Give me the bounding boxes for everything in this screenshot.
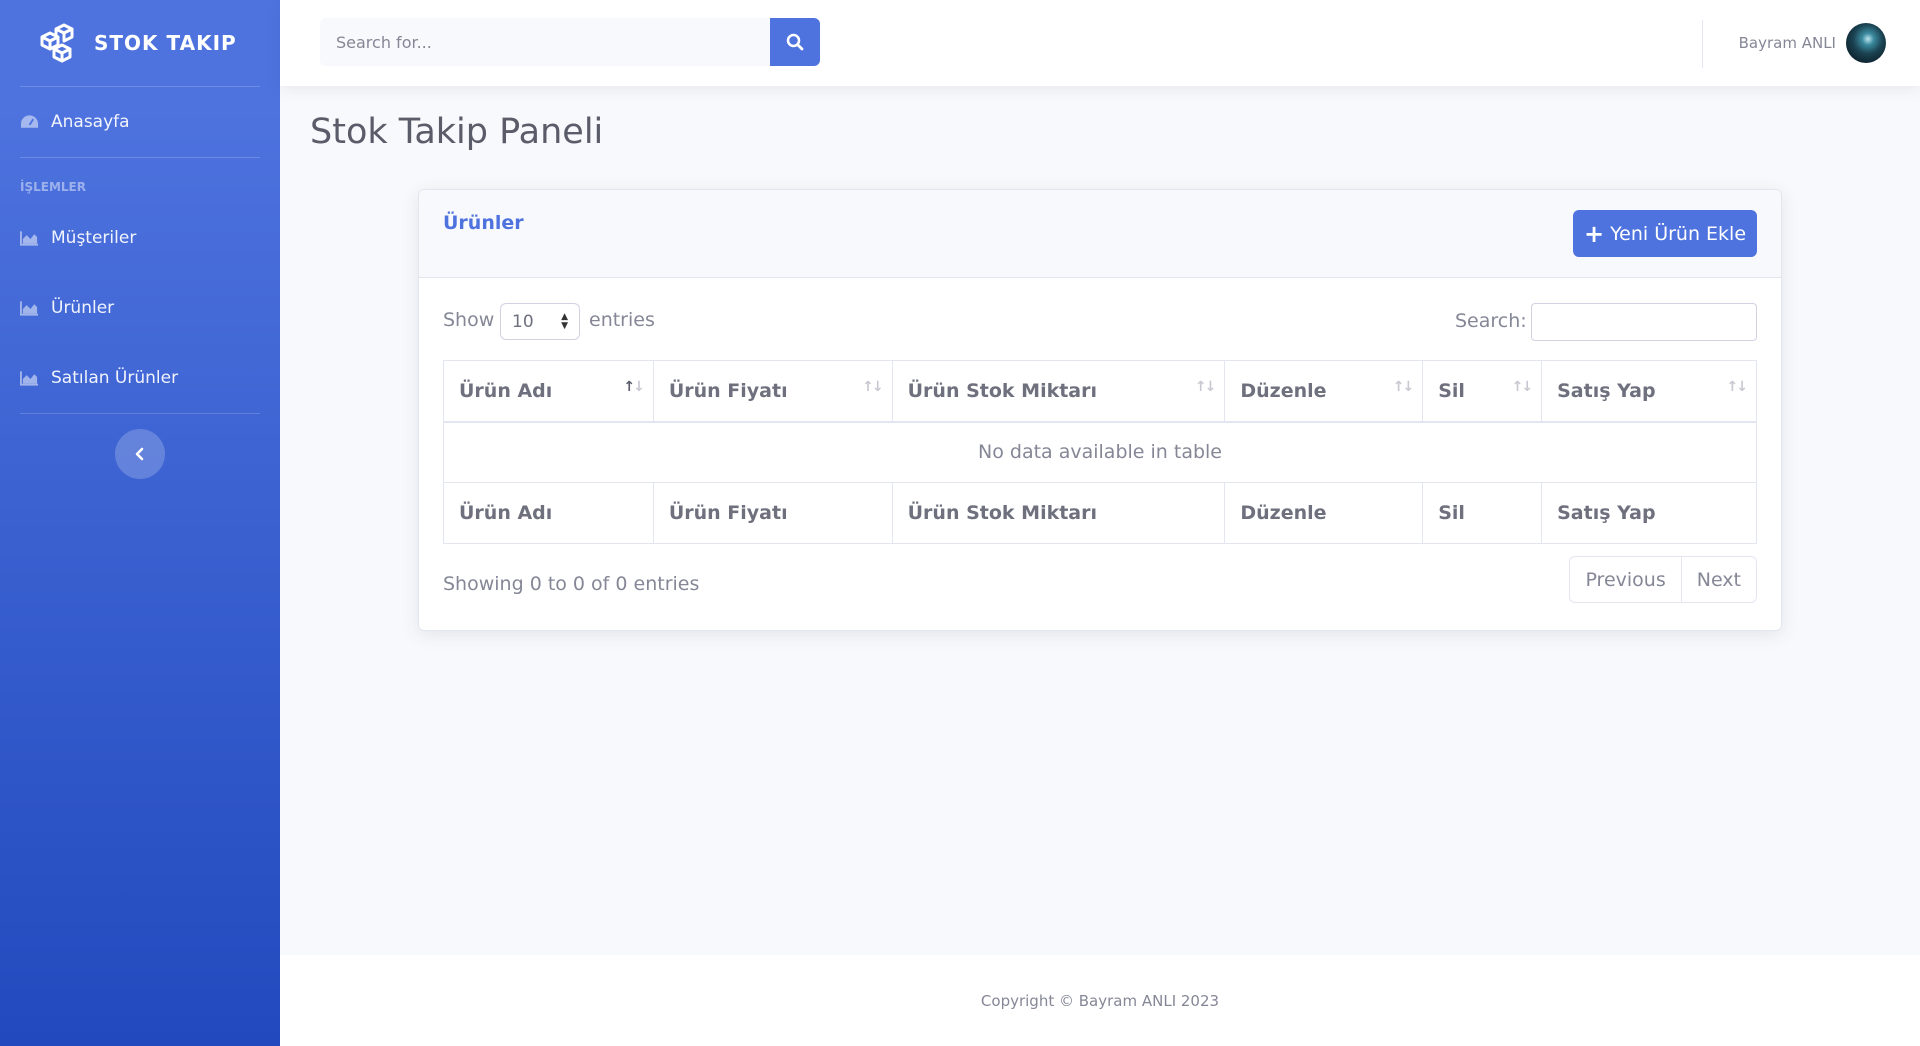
cubes-icon bbox=[40, 23, 74, 63]
table-row: No data available in table bbox=[443, 421, 1757, 483]
next-page-button[interactable]: Next bbox=[1681, 556, 1757, 603]
sidebar-item-satilan-urunler[interactable]: Satılan Ürünler bbox=[0, 343, 280, 413]
sidebar-heading: İŞLEMLER bbox=[20, 180, 86, 194]
sidebar: STOK TAKIP Anasayfa İŞLEMLER Müşteriler … bbox=[0, 0, 280, 1046]
page-length-value: 10 bbox=[512, 311, 534, 332]
products-card: Ürünler + Yeni Ürün Ekle Show 10 ▲ ▼ entr… bbox=[418, 189, 1782, 631]
area-chart-icon bbox=[20, 301, 39, 316]
avatar bbox=[1846, 23, 1886, 63]
column-footer-label: Ürün Stok Miktarı bbox=[891, 482, 1226, 544]
chevron-left-icon bbox=[135, 447, 144, 461]
column-header-satis-yap[interactable]: Satış Yap ↑↓ bbox=[1541, 360, 1757, 423]
sidebar-item-label: Ürünler bbox=[51, 298, 115, 318]
topbar-search-input[interactable] bbox=[320, 18, 770, 66]
card-title: Ürünler bbox=[443, 212, 524, 234]
sidebar-divider bbox=[20, 413, 260, 414]
search-icon bbox=[786, 33, 804, 51]
area-chart-icon bbox=[20, 231, 39, 246]
table-header-row: Ürün Adı ↑↓ Ürün Fiyatı ↑↓ Ürün Stok Mikta… bbox=[443, 360, 1757, 423]
column-footer-label: Ürün Adı bbox=[443, 482, 654, 544]
tachometer-icon bbox=[20, 115, 39, 128]
column-header-label: Düzenle bbox=[1240, 379, 1327, 402]
area-chart-icon bbox=[20, 371, 39, 386]
previous-page-button[interactable]: Previous bbox=[1569, 556, 1682, 603]
column-header-duzenle[interactable]: Düzenle ↑↓ bbox=[1224, 360, 1424, 423]
column-header-label: Ürün Adı bbox=[459, 379, 553, 402]
column-header-urun-fiyati[interactable]: Ürün Fiyatı ↑↓ bbox=[652, 360, 893, 423]
column-footer-label: Satış Yap bbox=[1541, 482, 1757, 544]
column-header-label: Sil bbox=[1438, 379, 1465, 402]
sidebar-item-anasayfa[interactable]: Anasayfa bbox=[0, 87, 280, 157]
show-label: Show bbox=[443, 309, 495, 331]
sidebar-item-label: Müşteriler bbox=[51, 228, 137, 248]
topbar: Bayram ANLI bbox=[280, 0, 1920, 86]
column-header-urun-stok-miktari[interactable]: Ürün Stok Miktarı ↑↓ bbox=[891, 360, 1226, 423]
plus-icon: + bbox=[1583, 219, 1605, 248]
table-footer-row: Ürün Adı Ürün Fiyatı Ürün Stok Miktarı D… bbox=[443, 482, 1757, 544]
add-product-button[interactable]: + Yeni Ürün Ekle bbox=[1573, 210, 1757, 257]
column-header-sil[interactable]: Sil ↑↓ bbox=[1422, 360, 1543, 423]
sidebar-brand[interactable]: STOK TAKIP bbox=[0, 0, 280, 86]
sort-icon: ↑↓ bbox=[1511, 379, 1534, 395]
column-footer-label: Düzenle bbox=[1224, 482, 1424, 544]
table-info: Showing 0 to 0 of 0 entries bbox=[443, 573, 700, 595]
copyright-text: Copyright © Bayram ANLI 2023 bbox=[980, 991, 1220, 1010]
sort-arrows-icon: ▲ ▼ bbox=[561, 312, 568, 331]
brand-name: STOK TAKIP bbox=[94, 31, 237, 55]
sidebar-toggle-button[interactable] bbox=[115, 429, 165, 479]
table-search-label: Search: bbox=[1455, 310, 1527, 332]
user-name: Bayram ANLI bbox=[1738, 34, 1836, 52]
sidebar-item-label: Anasayfa bbox=[51, 112, 130, 132]
pagination: Previous Next bbox=[1569, 556, 1757, 603]
products-table: Ürün Adı ↑↓ Ürün Fiyatı ↑↓ Ürün Stok Mikta… bbox=[443, 360, 1757, 544]
column-footer-label: Sil bbox=[1422, 482, 1543, 544]
footer: Copyright © Bayram ANLI 2023 bbox=[280, 955, 1920, 1046]
sort-icon: ↑↓ bbox=[862, 379, 884, 395]
sort-icon: ↑↓ bbox=[1194, 379, 1217, 395]
column-header-label: Ürün Fiyatı bbox=[668, 379, 788, 402]
column-header-urun-adi[interactable]: Ürün Adı ↑↓ bbox=[443, 360, 654, 423]
card-header: Ürünler + Yeni Ürün Ekle bbox=[419, 190, 1781, 278]
column-footer-label: Ürün Fiyatı bbox=[652, 482, 893, 544]
topbar-search-button[interactable] bbox=[770, 18, 820, 66]
sidebar-item-label: Satılan Ürünler bbox=[51, 368, 179, 388]
page-length-select[interactable]: 10 ▲ ▼ bbox=[500, 303, 580, 340]
empty-table-message: No data available in table bbox=[443, 421, 1757, 483]
entries-label: entries bbox=[589, 309, 655, 331]
topbar-divider bbox=[1702, 20, 1703, 68]
sidebar-item-urunler[interactable]: Ürünler bbox=[0, 273, 280, 343]
sidebar-item-musteriler[interactable]: Müşteriler bbox=[0, 203, 280, 273]
sort-icon: ↑↓ bbox=[623, 379, 645, 395]
column-header-label: Ürün Stok Miktarı bbox=[907, 379, 1098, 402]
page-title: Stok Takip Paneli bbox=[310, 112, 604, 152]
add-product-label: Yeni Ürün Ekle bbox=[1610, 222, 1747, 245]
table-search-input[interactable] bbox=[1531, 303, 1757, 341]
sort-icon: ↑↓ bbox=[1726, 379, 1749, 395]
sort-icon: ↑↓ bbox=[1392, 379, 1415, 395]
topbar-search bbox=[320, 18, 820, 66]
user-menu[interactable]: Bayram ANLI bbox=[1739, 23, 1886, 63]
column-header-label: Satış Yap bbox=[1557, 379, 1656, 402]
